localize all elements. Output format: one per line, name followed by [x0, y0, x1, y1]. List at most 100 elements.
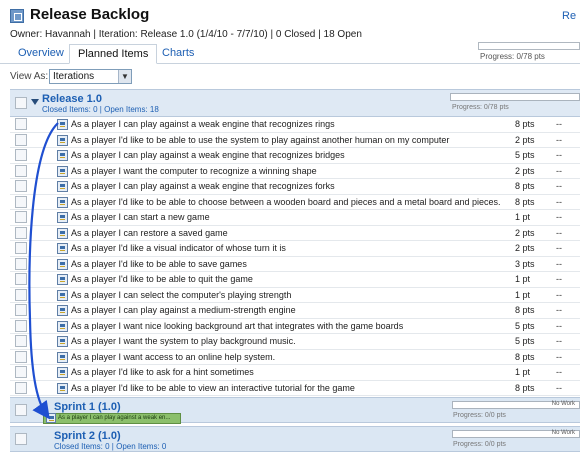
story-icon — [57, 382, 68, 394]
chevron-down-icon[interactable]: ▼ — [118, 70, 131, 83]
collapse-triangle-icon[interactable] — [31, 99, 39, 105]
story-checkbox[interactable] — [15, 335, 27, 347]
story-checkbox[interactable] — [15, 319, 27, 332]
story-title[interactable]: As a player I can restore a saved game — [71, 228, 228, 238]
story-status: -- — [556, 320, 562, 331]
story-title[interactable]: As a player I can select the computer's … — [71, 290, 291, 300]
story-title[interactable]: As a player I want the system to play ba… — [71, 336, 296, 346]
story-checkbox[interactable] — [15, 257, 27, 270]
story-points: 1 pt — [515, 289, 531, 300]
story-checkbox[interactable] — [15, 118, 27, 130]
tab-overview[interactable]: Overview — [10, 44, 72, 64]
story-checkbox[interactable] — [15, 366, 27, 378]
story-status: -- — [556, 289, 562, 300]
story-title[interactable]: As a player I can play against a medium-… — [71, 305, 296, 315]
story-points: 8 pts — [515, 196, 535, 207]
story-title[interactable]: As a player I can play against a weak en… — [71, 150, 345, 160]
story-icon — [57, 336, 68, 347]
story-title[interactable]: As a player I want nice looking backgrou… — [71, 321, 403, 331]
story-row[interactable]: As a player I want the computer to recog… — [10, 164, 580, 179]
story-row[interactable]: As a player I want the system to play ba… — [10, 334, 580, 350]
story-row[interactable]: As a player I can restore a saved game 2 … — [10, 226, 580, 241]
sprint-2-checkbox[interactable] — [15, 433, 27, 445]
release-checkbox[interactable] — [15, 97, 27, 109]
sprint-1-checkbox[interactable] — [15, 404, 27, 416]
story-checkbox[interactable] — [15, 149, 27, 161]
story-icon — [57, 351, 68, 363]
story-row[interactable]: As a player I'd like to be able to use t… — [10, 133, 580, 148]
sprint-2-progress-text: No Work — [551, 430, 575, 436]
story-icon — [57, 165, 68, 177]
story-row[interactable]: As a player I'd like to be able to choos… — [10, 195, 580, 210]
story-checkbox[interactable] — [15, 133, 27, 146]
page-title: Release Backlog — [30, 6, 150, 23]
story-checkbox[interactable] — [15, 242, 27, 254]
story-checkbox[interactable] — [15, 288, 27, 301]
story-checkbox[interactable] — [15, 381, 27, 394]
story-row[interactable]: As a player I can select the computer's … — [10, 288, 580, 303]
story-checkbox[interactable] — [15, 304, 27, 316]
story-points: 5 pts — [515, 336, 535, 346]
story-row[interactable]: As a player I'd like a visual indicator … — [10, 241, 580, 257]
story-checkbox[interactable] — [15, 180, 27, 192]
story-row[interactable]: As a player I'd like to be able to save … — [10, 257, 580, 272]
release-group-progress-bar — [450, 93, 580, 101]
story-points: 1 pt — [515, 367, 531, 377]
story-list: As a player I can play against a weak en… — [10, 117, 580, 396]
story-row[interactable]: As a player I can play against a weak en… — [10, 148, 580, 164]
header-link[interactable]: Re — [562, 10, 576, 22]
story-status: -- — [556, 243, 562, 253]
story-title[interactable]: As a player I want access to an online h… — [71, 352, 275, 362]
story-icon — [57, 134, 68, 146]
story-points: 8 pts — [515, 382, 535, 393]
story-title[interactable]: As a player I'd like to ask for a hint s… — [71, 367, 254, 377]
drag-ghost-story[interactable]: As a player I can play against a weak en… — [43, 413, 181, 424]
sprint-2-header[interactable]: Sprint 2 (1.0) Closed Items: 0 | Open It… — [10, 426, 580, 452]
story-icon — [57, 243, 68, 254]
story-title[interactable]: As a player I can play against a weak en… — [71, 119, 335, 129]
story-title[interactable]: As a player I'd like to be able to quit … — [71, 274, 253, 284]
story-checkbox[interactable] — [15, 226, 27, 239]
story-row[interactable]: As a player I can play against a weak en… — [10, 179, 580, 195]
story-status: -- — [556, 119, 562, 129]
story-row[interactable]: As a player I want access to an online h… — [10, 350, 580, 365]
story-title[interactable]: As a player I'd like a visual indicator … — [71, 243, 286, 253]
story-title[interactable]: As a player I'd like to be able to view … — [71, 383, 355, 393]
story-checkbox[interactable] — [15, 195, 27, 208]
story-title[interactable]: As a player I can start a new game — [71, 212, 210, 222]
story-icon — [57, 320, 68, 332]
story-points: 2 pts — [515, 165, 535, 176]
story-title[interactable]: As a player I'd like to be able to use t… — [71, 135, 449, 145]
release-item-counts: Closed Items: 0 | Open Items: 18 — [42, 105, 159, 114]
story-title[interactable]: As a player I'd like to be able to choos… — [71, 197, 501, 207]
story-status: -- — [556, 150, 562, 160]
release-name[interactable]: Release 1.0 — [42, 93, 102, 105]
story-points: 8 pts — [515, 119, 535, 129]
story-row[interactable]: As a player I'd like to be able to quit … — [10, 272, 580, 288]
tab-charts[interactable]: Charts — [154, 44, 202, 64]
view-as-select[interactable]: Iterations ▼ — [49, 69, 132, 84]
release-group-header[interactable]: Release 1.0 Closed Items: 0 | Open Items… — [10, 89, 580, 117]
story-row[interactable]: As a player I want nice looking backgrou… — [10, 319, 580, 334]
story-row[interactable]: As a player I can play against a medium-… — [10, 303, 580, 319]
story-icon — [57, 212, 68, 223]
story-row[interactable]: As a player I'd like to be able to view … — [10, 381, 580, 396]
sprint-2-name[interactable]: Sprint 2 (1.0) — [54, 430, 121, 442]
story-checkbox[interactable] — [15, 350, 27, 363]
story-title[interactable]: As a player I can play against a weak en… — [71, 181, 335, 191]
tab-planned-items[interactable]: Planned Items — [69, 44, 158, 64]
sprint-1-name[interactable]: Sprint 1 (1.0) — [54, 401, 121, 413]
story-title[interactable]: As a player I'd like to be able to save … — [71, 259, 247, 269]
story-row[interactable]: As a player I can play against a weak en… — [10, 117, 580, 133]
story-checkbox[interactable] — [15, 273, 27, 285]
story-checkbox[interactable] — [15, 211, 27, 223]
sprint-2-progress-bar: No Work — [452, 430, 580, 438]
story-points: 2 pts — [515, 243, 535, 253]
story-row[interactable]: As a player I can start a new game 1 pt -- — [10, 210, 580, 226]
story-row[interactable]: As a player I'd like to ask for a hint s… — [10, 365, 580, 381]
story-title[interactable]: As a player I want the computer to recog… — [71, 166, 317, 176]
story-icon — [57, 305, 68, 316]
story-status: -- — [556, 305, 562, 315]
story-checkbox[interactable] — [15, 164, 27, 177]
backlog-icon — [10, 9, 24, 23]
